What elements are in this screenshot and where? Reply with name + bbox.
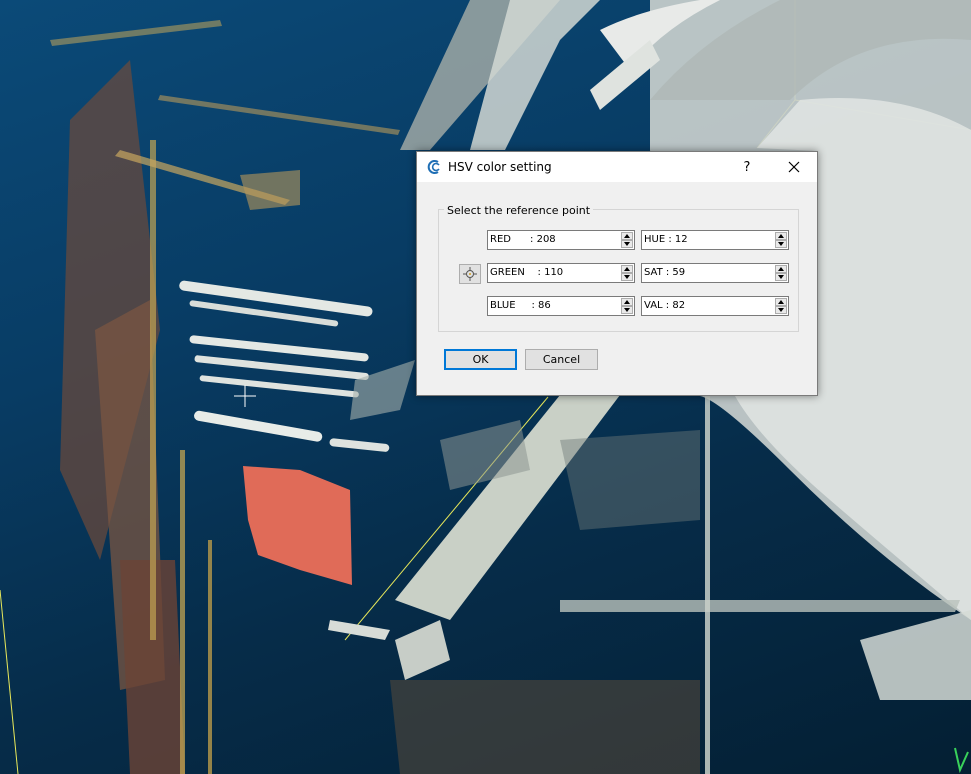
close-icon — [788, 161, 800, 173]
hsv-color-setting-dialog: HSV color setting ? Select the reference… — [416, 151, 818, 396]
dialog-titlebar[interactable]: HSV color setting ? — [417, 152, 817, 182]
spin-down-icon[interactable] — [621, 306, 633, 314]
spin-up-icon[interactable] — [621, 298, 633, 306]
spin-down-icon[interactable] — [775, 240, 787, 248]
dialog-title: HSV color setting — [448, 160, 552, 174]
val-value: VAL : 82 — [644, 300, 686, 311]
spin-down-icon[interactable] — [775, 306, 787, 314]
spin-up-icon[interactable] — [775, 232, 787, 240]
red-value: RED : 208 — [490, 234, 556, 245]
group-title: Select the reference point — [444, 204, 594, 217]
spin-up-icon[interactable] — [621, 232, 633, 240]
blue-value: BLUE : 86 — [490, 300, 551, 311]
point-picker-button[interactable] — [459, 264, 481, 284]
spin-up-icon[interactable] — [775, 265, 787, 273]
spin-up-icon[interactable] — [775, 298, 787, 306]
cancel-button[interactable]: Cancel — [525, 349, 598, 370]
ok-button[interactable]: OK — [444, 349, 517, 370]
green-spinbox[interactable]: GREEN : 110 — [487, 263, 635, 283]
hue-spinbox[interactable]: HUE : 12 — [641, 230, 789, 250]
spin-down-icon[interactable] — [621, 240, 633, 248]
cloudcompare-icon — [426, 159, 442, 175]
sat-spinbox[interactable]: SAT : 59 — [641, 263, 789, 283]
sat-value: SAT : 59 — [644, 267, 686, 278]
close-button[interactable] — [771, 152, 817, 182]
help-button[interactable]: ? — [729, 152, 765, 182]
blue-spinbox[interactable]: BLUE : 86 — [487, 296, 635, 316]
green-value: GREEN : 110 — [490, 267, 564, 278]
spin-up-icon[interactable] — [621, 265, 633, 273]
point-picker-icon — [463, 267, 477, 281]
red-spinbox[interactable]: RED : 208 — [487, 230, 635, 250]
spin-down-icon[interactable] — [775, 273, 787, 281]
hue-value: HUE : 12 — [644, 234, 688, 245]
spin-down-icon[interactable] — [621, 273, 633, 281]
val-spinbox[interactable]: VAL : 82 — [641, 296, 789, 316]
